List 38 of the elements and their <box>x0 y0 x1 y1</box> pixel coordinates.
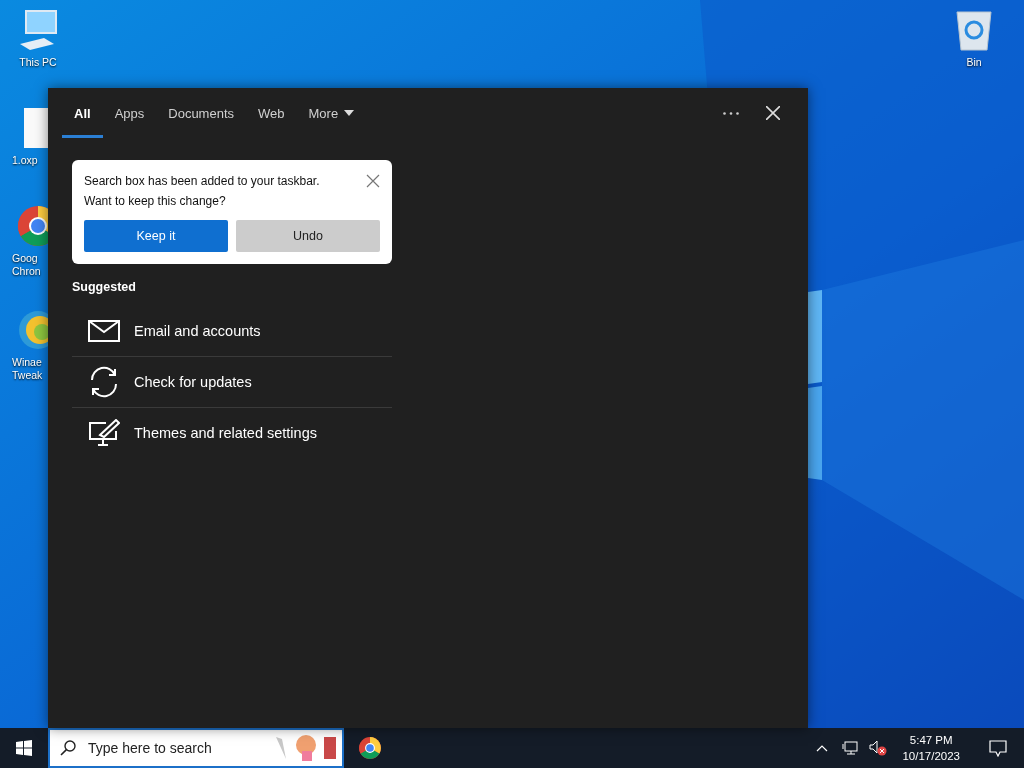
speech-bubble-icon <box>989 739 1007 757</box>
search-icon <box>60 740 76 756</box>
desktop-icon-label[interactable]: This PC <box>19 56 57 69</box>
chrome-icon <box>358 736 382 760</box>
suggestion-item[interactable]: Themes and related settings <box>134 425 317 441</box>
keep-button[interactable]: Keep it <box>84 220 228 252</box>
notice-text: Search box has been added to your taskbar. <box>84 174 321 188</box>
recycle-bin-icon <box>954 8 994 52</box>
close-button[interactable] <box>366 174 380 188</box>
desktop-icon-label[interactable]: 1.oxp <box>12 154 38 167</box>
desktop-icon-label[interactable]: Tweak <box>12 369 43 382</box>
desktop-icon-label[interactable]: Bin <box>966 56 982 69</box>
close-icon <box>766 106 780 120</box>
desktop-icon-label[interactable]: Winae <box>12 356 42 369</box>
suggestion-item[interactable]: Check for updates <box>134 374 252 390</box>
desktop-icon-label[interactable]: Chron <box>12 265 41 278</box>
section-heading: Suggested <box>72 280 137 294</box>
filter-tab[interactable]: All <box>62 88 103 138</box>
monitor-brush-icon <box>88 419 120 447</box>
caret-icon <box>344 110 355 116</box>
chevron-up-icon <box>816 744 829 752</box>
desktop-icon-label[interactable]: Goog <box>12 252 38 265</box>
network-icon <box>842 741 859 755</box>
ellipsis-icon <box>723 111 739 115</box>
windows-icon <box>16 740 32 756</box>
filter-tab[interactable]: Web <box>246 88 297 138</box>
muted-speaker-icon <box>869 740 888 756</box>
sync-icon <box>88 366 120 398</box>
notice-text: Want to keep this change? <box>84 194 227 208</box>
more-dropdown[interactable]: More <box>296 88 367 138</box>
mail-icon <box>88 320 120 342</box>
close-icon <box>366 174 380 188</box>
filter-tab[interactable]: Documents <box>156 88 246 138</box>
clock-button[interactable]: 5:47 PM 10/17/2023 <box>894 732 968 764</box>
undo-button[interactable]: Undo <box>236 220 380 252</box>
search-box[interactable]: Type here to search <box>48 728 344 768</box>
suggestion-item[interactable]: Email and accounts <box>134 323 261 339</box>
filter-tab[interactable]: Apps <box>102 88 157 138</box>
